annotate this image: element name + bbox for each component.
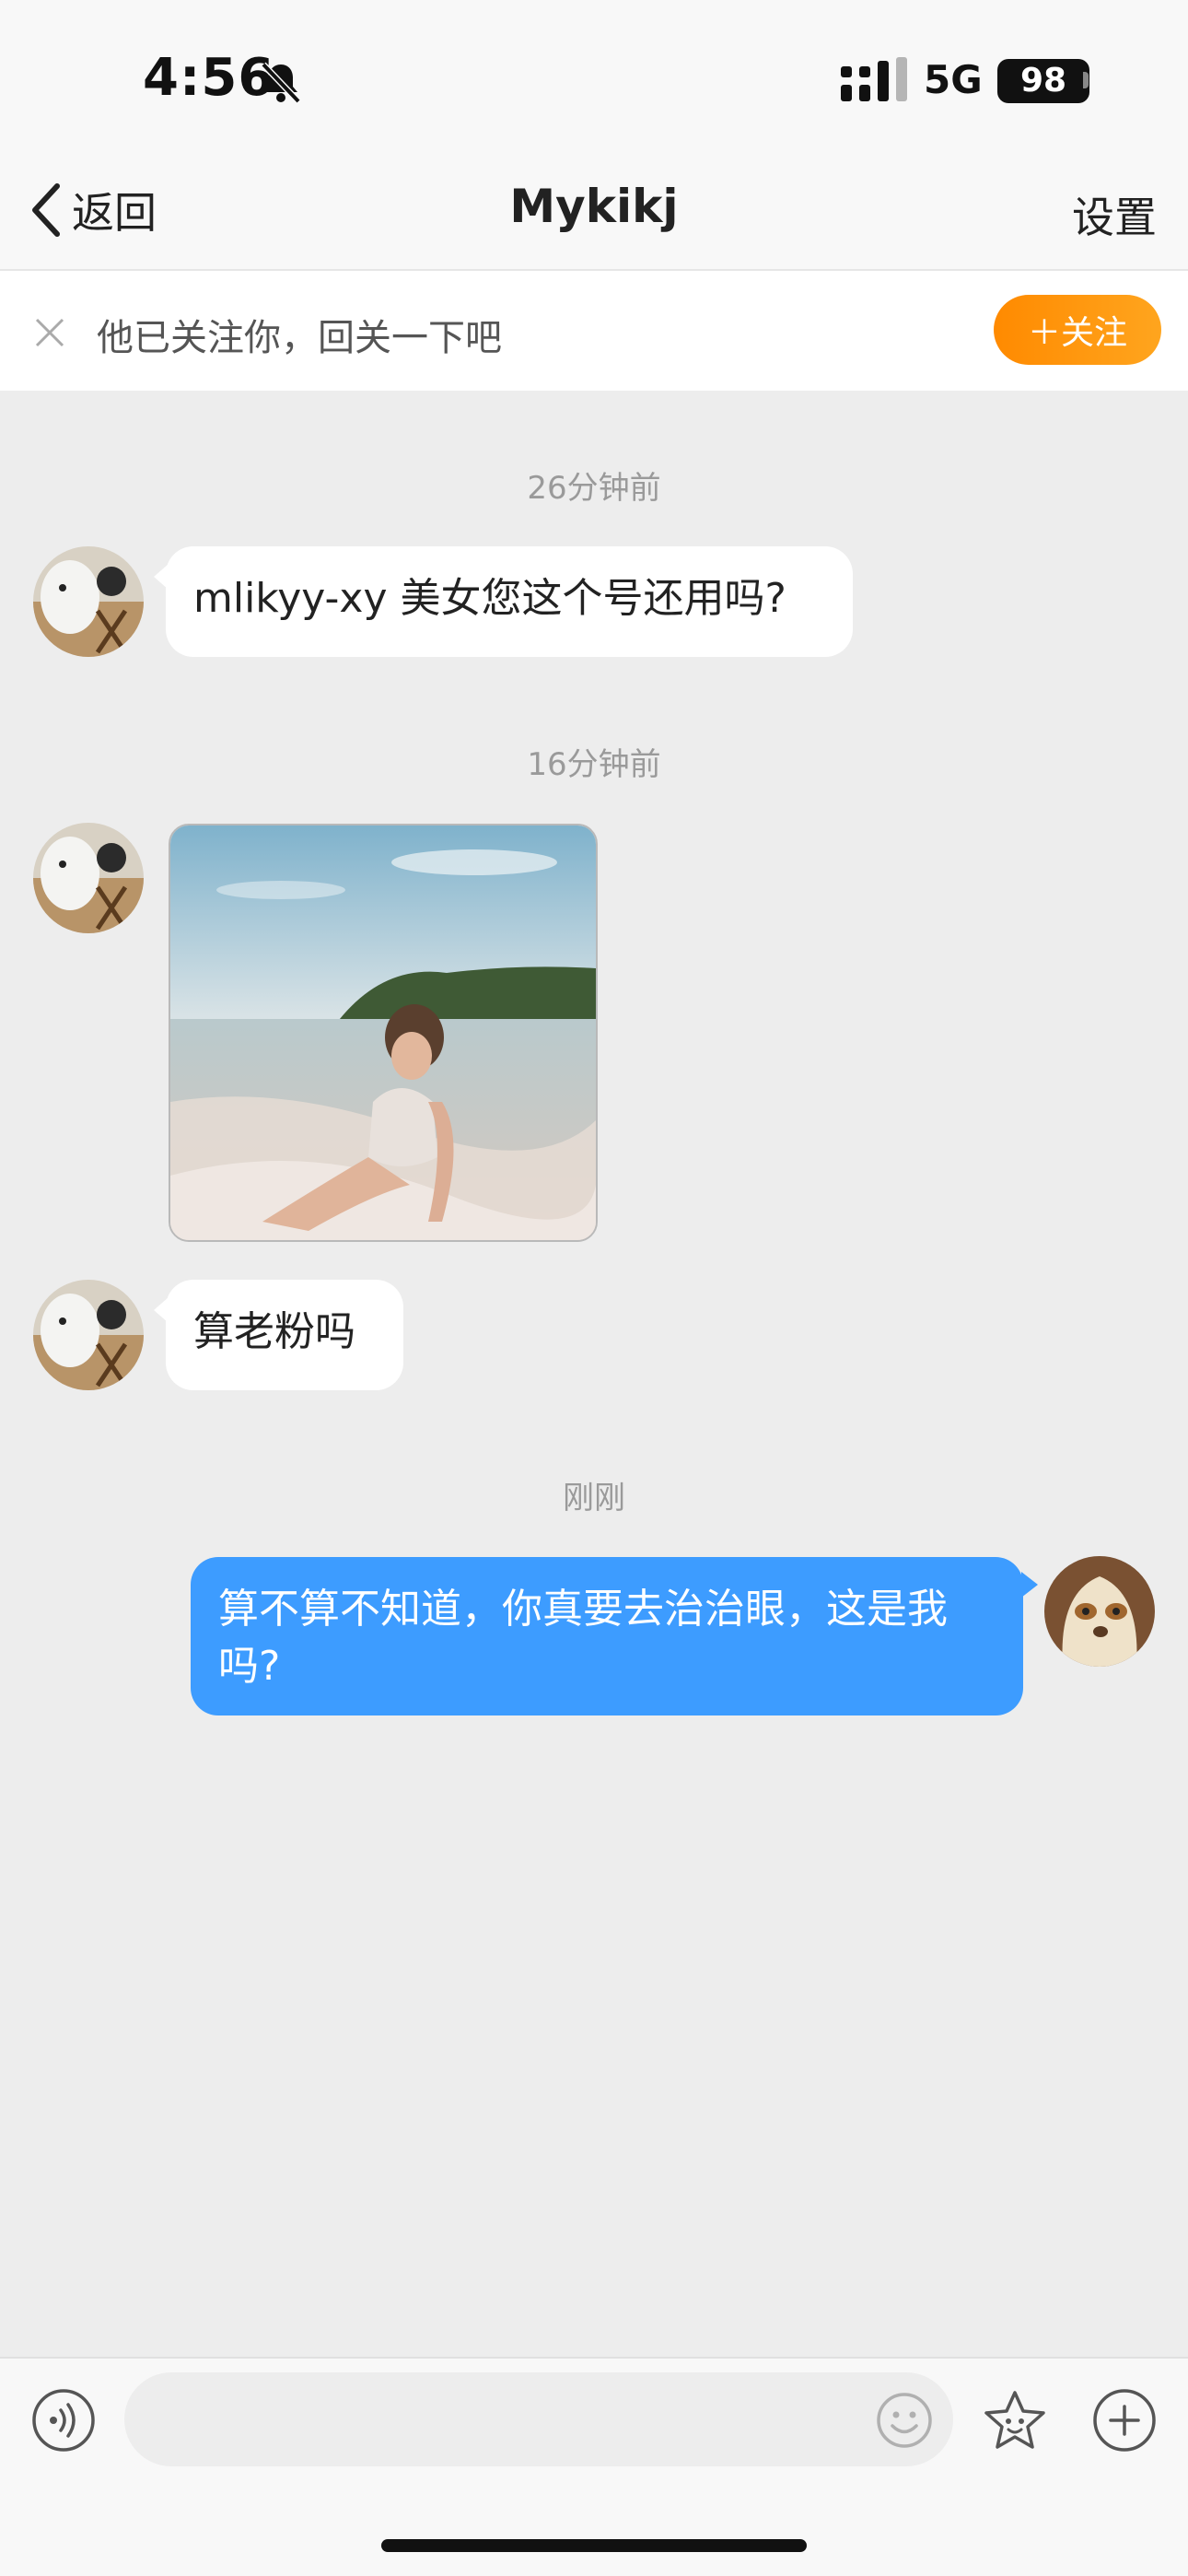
voice-icon[interactable]: [31, 2388, 96, 2453]
plus-icon[interactable]: [1092, 2388, 1157, 2453]
follow-button[interactable]: ＋关注: [994, 295, 1161, 365]
avatar[interactable]: [33, 546, 144, 657]
avatar[interactable]: [33, 1280, 144, 1390]
settings-button[interactable]: 设置: [1072, 184, 1157, 245]
battery-indicator: 98: [997, 59, 1089, 103]
message-bubble[interactable]: mlikyy-xy 美女您这个号还用吗?: [166, 546, 853, 657]
timestamp: 26分钟前: [527, 470, 661, 507]
home-indicator: [381, 2539, 807, 2552]
emoji-icon[interactable]: [876, 2392, 933, 2449]
message-bubble[interactable]: 算老粉吗: [166, 1280, 403, 1390]
bubble-tail: [1021, 1572, 1038, 1598]
signal-icon: [841, 57, 907, 101]
bell-slash-icon: [261, 62, 301, 104]
chat-title: Mykikj: [509, 180, 679, 233]
message-bubble-own[interactable]: 算不算不知道，你真要去治治眼，这是我吗?: [191, 1557, 1023, 1715]
input-bar-divider: [0, 2357, 1188, 2359]
battery-cap: [1083, 72, 1089, 88]
image-message[interactable]: [169, 824, 598, 1242]
sticker-icon[interactable]: [982, 2388, 1048, 2454]
my-avatar[interactable]: [1044, 1556, 1155, 1667]
timestamp: 16分钟前: [527, 746, 661, 783]
message-input[interactable]: [124, 2372, 953, 2466]
timestamp: 刚刚: [563, 1480, 625, 1516]
status-time: 4:56: [143, 48, 275, 108]
network-type: 5G: [924, 57, 983, 102]
avatar[interactable]: [33, 823, 144, 933]
follow-suggestion-text: 他已关注你，回关一下吧: [97, 317, 502, 359]
close-icon[interactable]: [33, 316, 66, 349]
